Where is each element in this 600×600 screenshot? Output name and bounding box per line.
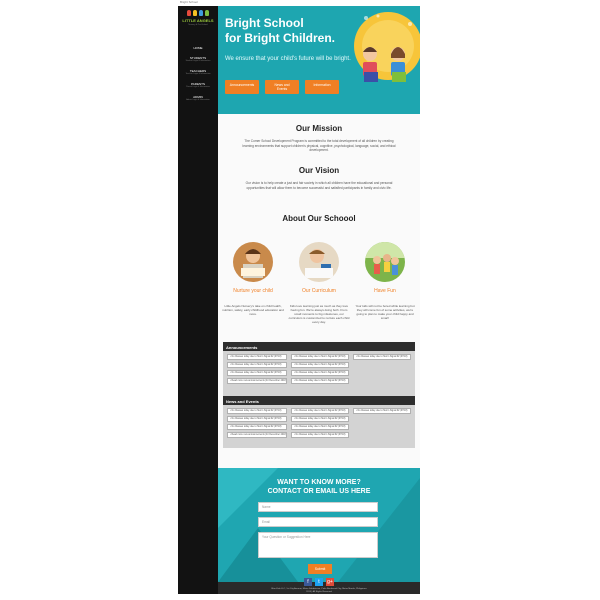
hero-subtitle: We ensure that your child's future will … <box>225 56 351 62</box>
hero-title: Bright School for Bright Children. <box>225 16 355 46</box>
logo-figure-green <box>205 10 209 16</box>
information-button[interactable]: Information <box>305 80 339 94</box>
child-writing-photo <box>299 242 339 282</box>
logo-figures-icon <box>182 10 214 16</box>
announcement-link[interactable]: • No Classes today due to Storm Signal #… <box>227 362 287 368</box>
about-title: About Our Schoool <box>282 214 356 223</box>
sidebar-item-sub: Admin Login & Information <box>186 99 210 101</box>
announcements-button[interactable]: Announcements <box>225 80 259 94</box>
about-col-title: Have Fun <box>374 288 396 294</box>
news-grid: • No Classes today due to Storm Signal #… <box>223 405 415 441</box>
news-col-2: • No Classes today due to Storm Signal #… <box>291 408 349 438</box>
logo-figure-red <box>187 10 191 16</box>
contact-title-line2: CONTACT OR EMAIL US HERE <box>267 488 371 495</box>
logo[interactable]: LITTLE ANGELS Nursery & Pre-School <box>182 8 214 38</box>
mission-title: Our Mission <box>295 124 343 133</box>
page-frame: LITTLE ANGELS Nursery & Pre-School HOME … <box>178 6 420 594</box>
hero-buttons: Announcements News and Events Informatio… <box>225 80 339 94</box>
news-events-heading: News and Events <box>223 396 415 405</box>
news-link[interactable]: • Read more new announcements (for Decem… <box>227 432 287 438</box>
window-title: Bright School <box>180 0 198 4</box>
about-col-text: Your kids will not be bored while learni… <box>355 304 415 320</box>
kids-playing-photo <box>365 242 405 282</box>
news-col-3: • No Classes today due to Storm Signal #… <box>353 408 411 438</box>
question-textarea[interactable]: Your Question or Suggestion Here <box>258 532 378 558</box>
submit-button[interactable]: Submit <box>308 564 332 574</box>
sidebar-item-sub: Parent Login & Information <box>186 86 210 88</box>
child-reading-photo <box>233 242 273 282</box>
news-link[interactable]: • No Classes today due to Storm Signal #… <box>291 432 349 438</box>
logo-figure-blue <box>199 10 203 16</box>
vision-text: Our vision is to help create a just and … <box>245 181 393 190</box>
announcements-heading: Announcements <box>223 342 415 351</box>
announcements-col-3: • No Classes today due to Storm Signal #… <box>353 354 411 384</box>
contact-title-line1: WANT TO KNOW MORE? <box>277 479 361 486</box>
about-columns: Nurture your child Little Angels Nursery… <box>218 242 420 324</box>
about-col-title: Nurture your child <box>233 288 273 294</box>
sidebar-item-sub: Student Login & Information <box>185 60 211 62</box>
about-section: About Our Schoool Nurture your child Lit… <box>218 214 420 324</box>
about-col-text: Little Angels Nursery's take on child he… <box>222 304 284 316</box>
about-col-fun: Have Fun Your kids will not be bored whi… <box>354 242 416 324</box>
contact-title: WANT TO KNOW MORE? CONTACT OR EMAIL US H… <box>218 478 420 496</box>
announcements-grid: • No Classes today due to Storm Signal #… <box>223 351 415 387</box>
sidebar-item-home[interactable]: HOME <box>178 46 218 50</box>
announcements-panel: Announcements • No Classes today due to … <box>223 342 415 398</box>
announcement-link[interactable]: • No Classes today due to Storm Signal #… <box>291 370 349 376</box>
announcement-link[interactable]: • Read more new announcements (for Decem… <box>227 378 287 384</box>
about-col-title: Our Curriculum <box>302 288 336 294</box>
hero-banner: Bright School for Bright Children. We en… <box>218 6 420 114</box>
facebook-icon[interactable]: f <box>304 578 312 586</box>
logo-figure-yellow <box>193 10 197 16</box>
mission-text: The Comer School Development Program is … <box>242 139 396 153</box>
about-col-curriculum: Our Curriculum Kids love learning just a… <box>288 242 350 324</box>
news-events-button[interactable]: News and Events <box>265 80 299 94</box>
sidebar-nav: HOME STUDENTS Student Login & Informatio… <box>178 46 218 108</box>
announcement-link[interactable]: • No Classes today due to Storm Signal #… <box>291 354 349 360</box>
about-col-nurture: Nurture your child Little Angels Nursery… <box>222 242 284 324</box>
sidebar: LITTLE ANGELS Nursery & Pre-School HOME … <box>178 6 218 594</box>
news-link[interactable]: • No Classes today due to Storm Signal #… <box>227 408 287 414</box>
logo-title: LITTLE ANGELS <box>182 18 214 23</box>
footer: f t g+ Blue Kids LLC, 1st City Avenue, M… <box>218 578 420 594</box>
footer-text: Blue Kids LLC, 1st City Avenue, Metro Su… <box>218 588 420 594</box>
news-link[interactable]: • No Classes today due to Storm Signal #… <box>353 408 411 414</box>
footer-address: Blue Kids LLC, 1st City Avenue, Metro Su… <box>271 588 367 590</box>
vision-title: Our Vision <box>298 166 340 175</box>
announcements-col-1: • No Classes today due to Storm Signal #… <box>227 354 287 384</box>
news-link[interactable]: • No Classes today due to Storm Signal #… <box>227 424 287 430</box>
news-link[interactable]: • No Classes today due to Storm Signal #… <box>291 408 349 414</box>
footer-copyright: 2013 | All Rights Reserved <box>306 591 332 593</box>
news-col-1: • No Classes today due to Storm Signal #… <box>227 408 287 438</box>
news-events-panel: News and Events • No Classes today due t… <box>223 396 415 448</box>
announcements-col-2: • No Classes today due to Storm Signal #… <box>291 354 349 384</box>
sidebar-item-admin[interactable]: ADMIN Admin Login & Information <box>178 95 218 102</box>
vision-section: Our Vision Our vision is to help create … <box>218 166 420 190</box>
name-field[interactable]: Name <box>258 502 378 512</box>
sidebar-item-label: HOME <box>193 46 203 50</box>
news-link[interactable]: • No Classes today due to Storm Signal #… <box>291 424 349 430</box>
announcement-link[interactable]: • No Classes today due to Storm Signal #… <box>353 354 411 360</box>
logo-subtitle: Nursery & Pre-School <box>188 24 208 26</box>
announcement-link[interactable]: • No Classes today due to Storm Signal #… <box>291 362 349 368</box>
hero-title-line2: for Bright Children. <box>225 31 335 45</box>
sidebar-item-students[interactable]: STUDENTS Student Login & Information <box>178 56 218 63</box>
about-col-text: Kids love learning just as much as they … <box>288 304 350 324</box>
email-field[interactable]: Email <box>258 517 378 527</box>
announcement-link[interactable]: • No Classes today due to Storm Signal #… <box>291 378 349 384</box>
main-content: Bright School for Bright Children. We en… <box>218 6 420 594</box>
sidebar-item-parents[interactable]: PARENTS Parent Login & Information <box>178 82 218 89</box>
twitter-icon[interactable]: t <box>315 578 323 586</box>
contact-section: WANT TO KNOW MORE? CONTACT OR EMAIL US H… <box>218 468 420 582</box>
sidebar-item-sub: Teacher Login & Information <box>185 73 211 75</box>
announcement-link[interactable]: • No Classes today due to Storm Signal #… <box>227 370 287 376</box>
mission-section: Our Mission The Comer School Development… <box>218 124 420 153</box>
announcement-link[interactable]: • No Classes today due to Storm Signal #… <box>227 354 287 360</box>
google-plus-icon[interactable]: g+ <box>326 578 334 586</box>
news-link[interactable]: • No Classes today due to Storm Signal #… <box>291 416 349 422</box>
social-links: f t g+ <box>304 578 334 586</box>
news-link[interactable]: • No Classes today due to Storm Signal #… <box>227 416 287 422</box>
hero-title-line1: Bright School <box>225 16 304 30</box>
sidebar-item-teachers[interactable]: TEACHERS Teacher Login & Information <box>178 69 218 76</box>
